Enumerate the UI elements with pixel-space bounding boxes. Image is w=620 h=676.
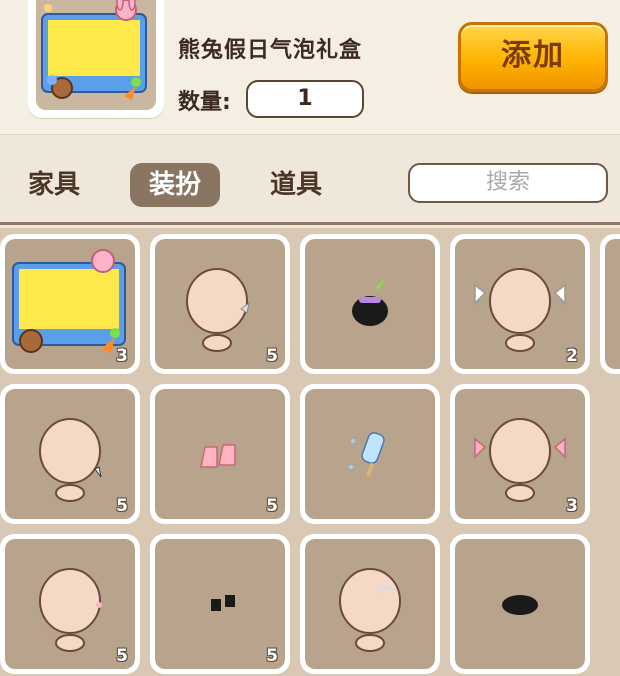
item-slot-fang-head[interactable]: 5 xyxy=(0,384,140,524)
item-slot-pink-bow-head[interactable]: 3 xyxy=(450,384,590,524)
quantity-label: 数量: xyxy=(178,90,231,115)
item-slot-black-shoes[interactable]: 5 xyxy=(150,534,290,674)
item-count: 3 xyxy=(116,346,128,366)
item-count: 2 xyxy=(566,346,578,366)
item-detail-panel: 熊兔假日气泡礼盒 数量: 1 添加 xyxy=(0,0,620,135)
ice-pop-icon xyxy=(349,432,385,478)
item-count: 5 xyxy=(116,646,128,666)
item-count: 5 xyxy=(266,646,278,666)
item-slot-black-creature[interactable] xyxy=(300,234,440,374)
add-button[interactable]: 添加 xyxy=(458,22,608,92)
item-slot-hair-clip-head[interactable] xyxy=(300,534,440,674)
search-input[interactable]: 搜索 xyxy=(408,163,608,203)
item-count: 5 xyxy=(266,496,278,516)
item-slot-ice-pop[interactable] xyxy=(300,384,440,524)
item-name: 熊兔假日气泡礼盒 xyxy=(178,38,363,63)
item-slot-partial[interactable] xyxy=(600,234,620,374)
tab-furniture[interactable]: 家具 xyxy=(16,163,92,207)
hair-clip-head-icon xyxy=(339,568,401,652)
item-slot-ear-clip-head[interactable]: 5 xyxy=(0,534,140,674)
tab-props[interactable]: 道具 xyxy=(258,163,334,207)
quantity-input[interactable]: 1 xyxy=(246,80,364,118)
item-grid: 3 5 2 5 5 3 5 5 xyxy=(0,228,620,676)
item-slot-head-accessory[interactable]: 5 xyxy=(150,234,290,374)
item-preview-frame xyxy=(28,0,164,118)
item-slot-gift-box[interactable]: 3 xyxy=(0,234,140,374)
category-tabs: 家具 装扮 道具 搜索 xyxy=(0,135,620,225)
item-preview xyxy=(36,0,156,110)
item-count: 5 xyxy=(116,496,128,516)
item-count: 3 xyxy=(566,496,578,516)
black-slippers-icon xyxy=(502,595,538,615)
item-slot-pink-socks[interactable]: 5 xyxy=(150,384,290,524)
gift-box-icon xyxy=(41,0,147,100)
black-creature-icon xyxy=(352,280,388,326)
tab-outfit[interactable]: 装扮 xyxy=(130,163,220,207)
item-slot-white-bow-head[interactable]: 2 xyxy=(450,234,590,374)
item-count: 5 xyxy=(266,346,278,366)
item-slot-black-slippers[interactable] xyxy=(450,534,590,674)
